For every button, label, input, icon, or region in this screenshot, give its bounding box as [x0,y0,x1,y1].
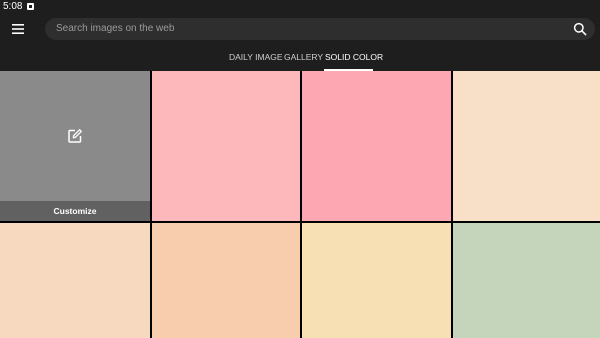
tab-solid-color[interactable]: SOLID COLOR [325,52,383,62]
hamburger-menu-icon [12,24,24,34]
tab-daily-image[interactable]: DAILY IMAGE [229,52,283,62]
color-swatch[interactable] [152,71,300,221]
edit-icon [68,129,82,143]
search-icon[interactable] [572,21,588,37]
color-swatch[interactable] [0,223,150,338]
color-grid: Customize [0,71,600,338]
status-bar: 5:08 [0,0,600,14]
color-swatch[interactable] [453,71,600,221]
customize-label: Customize [53,206,97,216]
color-swatch[interactable] [302,71,451,221]
menu-button[interactable] [8,20,28,38]
color-swatch[interactable] [453,223,600,338]
status-time: 5:08 [3,1,23,12]
search-bar[interactable]: Search images on the web [45,18,595,40]
color-swatch[interactable] [302,223,451,338]
color-swatch[interactable] [152,223,300,338]
tab-gallery[interactable]: GALLERY [284,52,323,62]
app-bar: Search images on the web [0,14,600,44]
customize-tile[interactable]: Customize [0,71,150,221]
search-input[interactable]: Search images on the web [56,23,174,35]
tab-bar: DAILY IMAGE GALLERY SOLID COLOR [0,44,600,71]
notification-icon [27,3,34,10]
customize-bar: Customize [0,201,150,221]
